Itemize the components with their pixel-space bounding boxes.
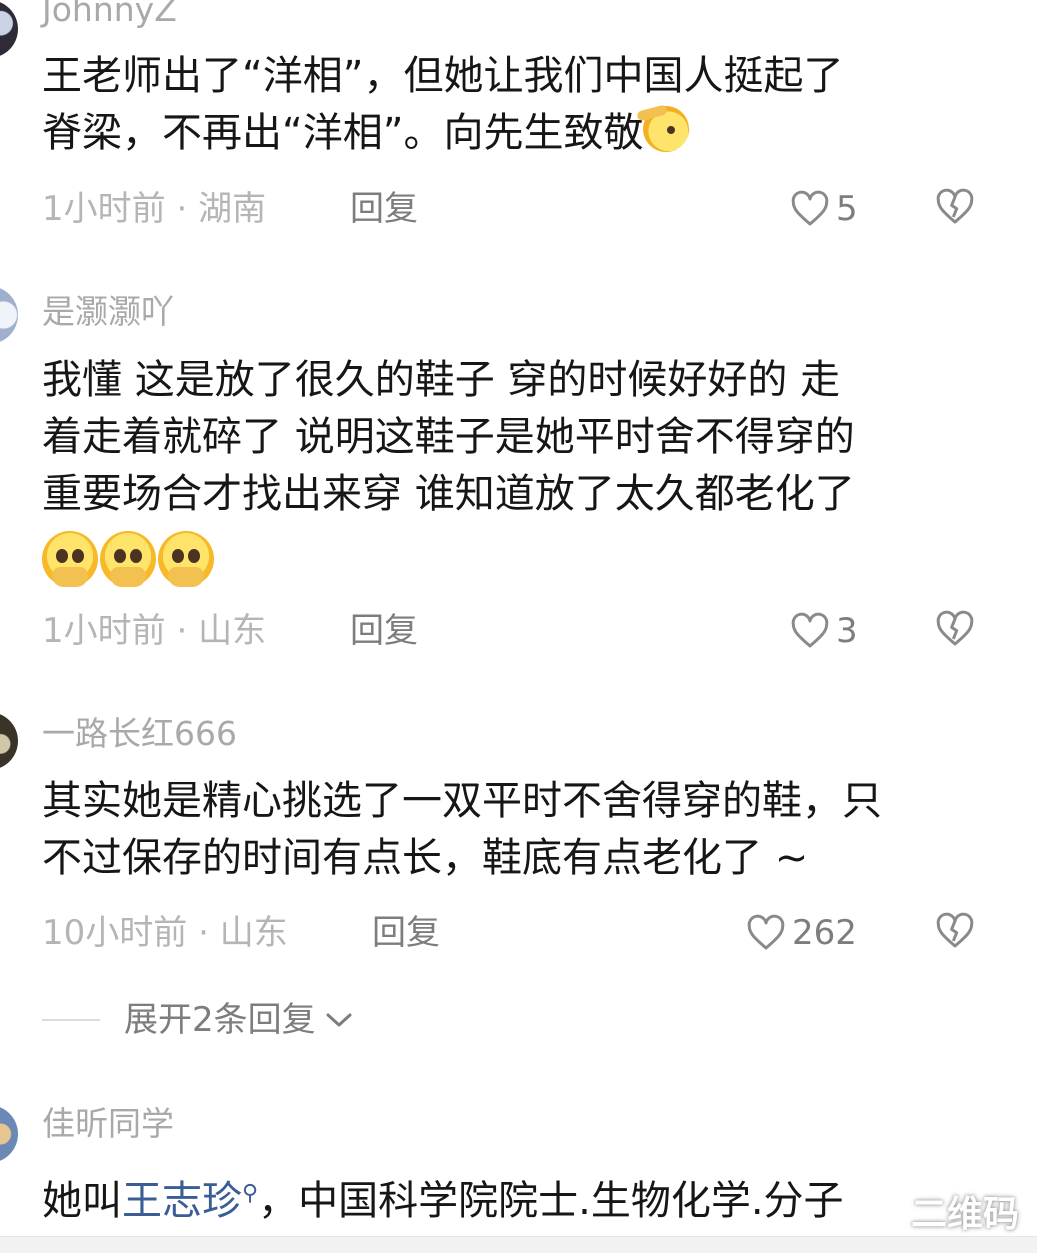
broken-heart-icon bbox=[936, 610, 974, 646]
reply-button[interactable]: 回复 bbox=[350, 189, 418, 229]
meta-separator: · bbox=[176, 611, 188, 651]
dislike-button[interactable] bbox=[935, 912, 975, 954]
comment-text: 其实她是精心挑选了一双平时不舍得穿的鞋，只 不过保存的时间有点长，鞋底有点老化了… bbox=[42, 778, 882, 881]
comment-meta: 10小时前 · 山东 bbox=[42, 913, 288, 953]
heart-outline-icon bbox=[747, 914, 785, 950]
face-holding-back-tears-emoji bbox=[100, 531, 156, 587]
reply-button[interactable]: 回复 bbox=[372, 913, 440, 953]
chevron-down-icon bbox=[326, 1013, 352, 1027]
avatar[interactable] bbox=[0, 0, 18, 58]
divider-line bbox=[42, 1019, 100, 1021]
like-button[interactable]: 5 bbox=[790, 187, 858, 231]
expand-replies-label: 展开2条回复 bbox=[124, 1000, 316, 1040]
avatar[interactable] bbox=[0, 1105, 18, 1163]
meta-separator: · bbox=[176, 189, 188, 229]
comment-location: 湖南 bbox=[198, 189, 267, 229]
broken-heart-icon bbox=[936, 912, 974, 948]
comment-text: 她叫王志珍⚲，中国科学院院士.生物化学.分子 bbox=[42, 1178, 844, 1224]
dislike-button[interactable] bbox=[935, 188, 975, 230]
like-count: 5 bbox=[836, 189, 858, 229]
username[interactable]: 佳昕同学 bbox=[42, 1104, 174, 1144]
magnifier-icon[interactable]: ⚲ bbox=[242, 1181, 258, 1206]
avatar[interactable] bbox=[0, 712, 18, 770]
watermark: 二维码 bbox=[910, 1194, 1019, 1235]
reply-button[interactable]: 回复 bbox=[350, 611, 418, 651]
bottom-input-bar[interactable] bbox=[0, 1236, 1037, 1253]
emoji-row bbox=[42, 531, 214, 587]
dislike-button[interactable] bbox=[935, 610, 975, 652]
heart-outline-icon bbox=[791, 612, 829, 648]
face-holding-back-tears-emoji bbox=[42, 531, 98, 587]
comment-location: 山东 bbox=[219, 913, 288, 953]
expand-replies-button[interactable]: 展开2条回复 bbox=[42, 1000, 354, 1040]
meta-separator: · bbox=[198, 913, 209, 953]
comment-time: 1小时前 bbox=[42, 611, 166, 651]
like-button[interactable]: 3 bbox=[790, 609, 858, 653]
username[interactable]: JohnnyZ bbox=[42, 0, 177, 30]
comment-time: 1小时前 bbox=[42, 189, 166, 229]
comment-meta: 1小时前 · 山东 bbox=[42, 611, 266, 651]
face-holding-back-tears-emoji bbox=[158, 531, 214, 587]
comment-location: 山东 bbox=[198, 611, 267, 651]
like-button[interactable]: 262 bbox=[746, 911, 857, 955]
comment-text: 王老师出了“洋相”，但她让我们中国人挺起了 脊梁，不再出“洋相”。向先生致敬 bbox=[42, 53, 844, 156]
like-count: 262 bbox=[792, 913, 857, 953]
comment-time: 10小时前 bbox=[42, 913, 188, 953]
comment-text: 我懂 这是放了很久的鞋子 穿的时候好好的 走 着走着就碎了 说明这鞋子是她平时舍… bbox=[42, 357, 855, 517]
broken-heart-icon bbox=[936, 188, 974, 224]
saluting-face-emoji bbox=[643, 106, 690, 152]
avatar[interactable] bbox=[0, 286, 18, 344]
comment-meta: 1小时前 · 湖南 bbox=[42, 189, 266, 229]
search-link[interactable]: 王志珍 bbox=[122, 1178, 242, 1224]
username[interactable]: 是灏灏吖 bbox=[42, 292, 174, 332]
username[interactable]: 一路长红666 bbox=[42, 714, 237, 754]
like-count: 3 bbox=[836, 611, 858, 651]
heart-outline-icon bbox=[791, 190, 829, 226]
